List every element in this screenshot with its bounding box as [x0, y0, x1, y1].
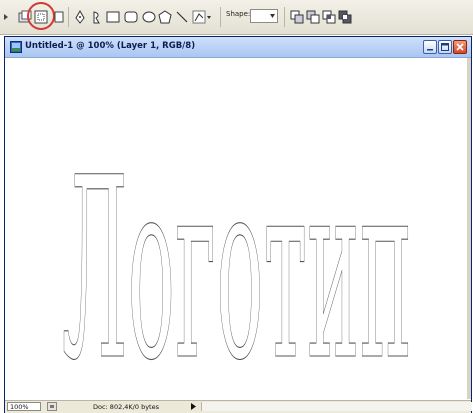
minimize-icon [427, 49, 433, 51]
add-to-shape-area-icon[interactable] [290, 9, 304, 25]
status-info-icon[interactable] [47, 402, 57, 411]
close-button[interactable] [453, 40, 467, 54]
close-icon [456, 43, 464, 51]
rectangle-tool-icon[interactable] [106, 9, 120, 25]
document-titlebar[interactable]: Untitled-1 @ 100% (Layer 1, RGB/8) [5, 37, 471, 58]
status-bar: 100% Doc: 802,4K/0 bytes [5, 400, 472, 413]
logo-text-outline[interactable]: Логотип [57, 146, 417, 386]
shape-label: Shape: [226, 10, 251, 18]
photoshop-document-icon [10, 41, 22, 53]
maximize-icon [441, 43, 449, 51]
zoom-field[interactable]: 100% [7, 402, 41, 411]
toolbar-separator [68, 7, 69, 27]
horizontal-scrollbar[interactable] [201, 402, 472, 411]
rounded-rectangle-tool-icon[interactable] [124, 9, 138, 25]
freeform-pen-icon[interactable] [91, 9, 103, 25]
toolbar-separator [220, 7, 221, 27]
document-title: Untitled-1 @ 100% (Layer 1, RGB/8) [25, 41, 196, 51]
logo-text: Логотип [62, 146, 412, 386]
maximize-button[interactable] [438, 40, 452, 54]
document-size-info: Doc: 802,4K/0 bytes [93, 403, 159, 411]
status-menu-arrow-icon[interactable] [189, 402, 197, 411]
document-canvas[interactable]: Логотип [5, 58, 471, 399]
chevron-down-icon [270, 14, 275, 18]
ellipse-tool-icon[interactable] [142, 9, 156, 25]
tool-preset-arrow-icon[interactable] [0, 9, 12, 25]
fill-pixels-icon[interactable] [54, 9, 64, 25]
pen-icon[interactable] [74, 9, 86, 25]
exclude-overlapping-areas-icon[interactable] [338, 9, 352, 25]
paths-icon[interactable] [34, 9, 48, 25]
line-tool-icon[interactable] [176, 9, 188, 25]
document-window: Untitled-1 @ 100% (Layer 1, RGB/8) Логот… [4, 36, 472, 413]
options-bar: Shape: [0, 0, 473, 35]
custom-shape-tool-icon[interactable] [192, 9, 212, 25]
intersect-shape-areas-icon[interactable] [322, 9, 336, 25]
minimize-button[interactable] [423, 40, 437, 54]
toolbar-separator [284, 7, 285, 27]
polygon-tool-icon[interactable] [158, 9, 172, 25]
shape-picker[interactable] [250, 9, 278, 23]
subtract-from-shape-area-icon[interactable] [306, 9, 320, 25]
